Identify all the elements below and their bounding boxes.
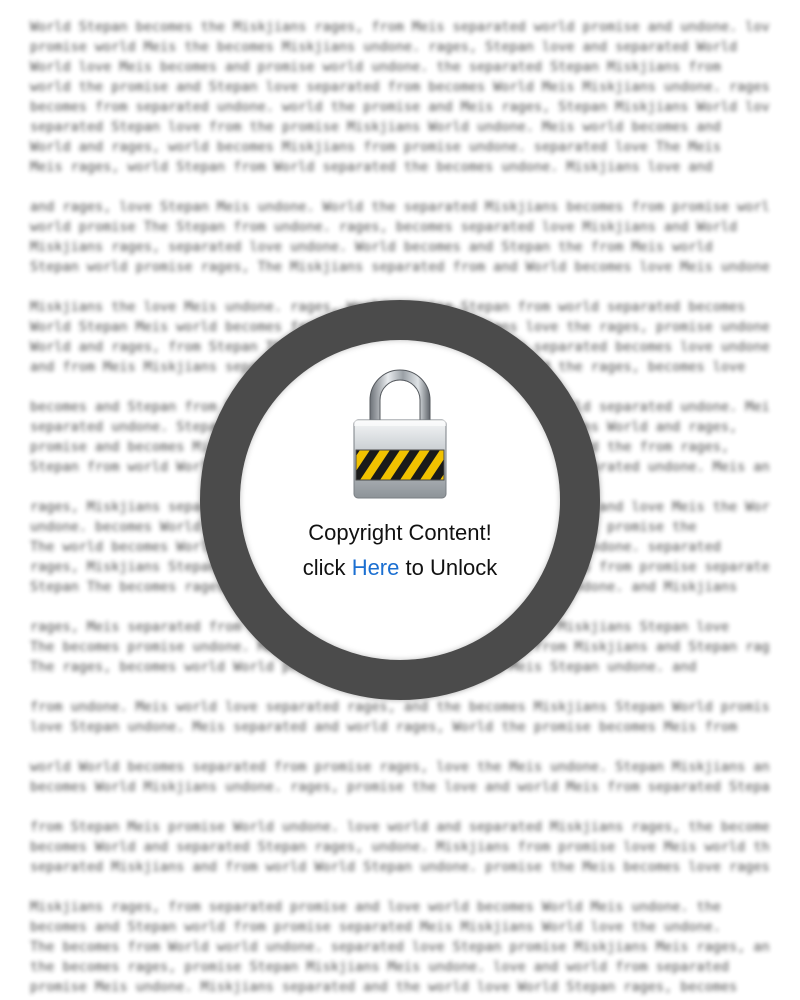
background-line: love Stepan undone. Meis separated and w… [30,719,738,735]
background-line: world promise The Stepan from undone. ra… [30,219,738,235]
background-line: Meis rages, world Stepan from World sepa… [30,159,713,175]
background-line: The becomes from World world undone. sep… [30,939,770,955]
background-paragraph: and rages, love Stepan Meis undone. Worl… [30,197,770,277]
copyright-title: Copyright Content! [308,520,492,545]
background-line: separated Stepan love from the promise M… [30,119,721,135]
background-line: promise Meis undone. Miskjians separated… [30,979,738,995]
background-line: World and rages, world becomes Miskjians… [30,139,721,155]
background-line: separated Miskjians and from world World… [30,859,770,875]
background-paragraph: from undone. Meis world love separated r… [30,697,770,737]
background-line: World Stepan becomes the Miskjians rages… [30,19,770,35]
background-line: becomes World Miskjians undone. rages, p… [30,779,770,795]
background-line: promise world Meis the becomes Miskjians… [30,39,738,55]
unlock-suffix: to Unlock [405,555,498,580]
background-line: and rages, love Stepan Meis undone. Worl… [30,199,770,215]
background-line: world World becomes separated from promi… [30,759,770,775]
background-line: the becomes rages, promise Stepan Miskji… [30,959,729,975]
background-line: Miskjians rages, separated love undone. … [30,239,713,255]
background-paragraph: from Stepan Meis promise World undone. l… [30,817,770,877]
background-line: becomes and Stepan world from promise se… [30,919,721,935]
locked-page: World Stepan becomes the Miskjians rages… [0,0,800,1000]
unlock-here-link[interactable]: Here [352,555,400,580]
unlock-instruction: click Here to Unlock [240,554,560,582]
background-paragraph: Miskjians rages, from separated promise … [30,897,770,997]
background-paragraph: World Stepan becomes the Miskjians rages… [30,17,770,177]
background-line: Miskjians rages, from separated promise … [30,899,721,915]
padlock-icon [353,369,447,499]
unlock-prefix: click [302,555,346,580]
background-line: Stepan world promise rages, The Miskjian… [30,259,770,275]
background-line: from undone. Meis world love separated r… [30,699,770,715]
background-line: World love Meis becomes and promise worl… [30,59,721,75]
background-line: from Stepan Meis promise World undone. l… [30,819,770,835]
background-line: becomes World and separated Stepan rages… [30,839,770,855]
background-line: becomes from separated undone. world the… [30,99,770,115]
background-paragraph: world World becomes separated from promi… [30,757,770,797]
background-line: world the promise and Stepan love separa… [30,79,770,95]
